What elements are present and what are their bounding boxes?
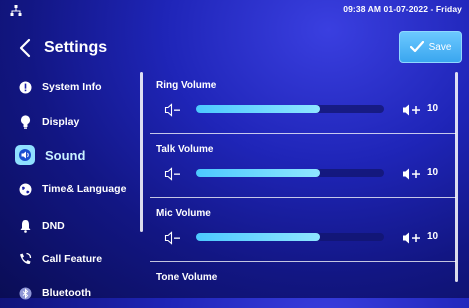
mic-volume-slider[interactable] (196, 233, 384, 241)
sidebar-item-time-language[interactable]: Time& Language (0, 174, 140, 204)
talk-volume-value: 10 (427, 167, 439, 178)
sound-settings-panel: Ring Volume 10 Talk Volume 10 Mic Volume… (150, 70, 456, 298)
volume-low-icon (164, 167, 180, 181)
sidebar-item-label: Sound (45, 147, 86, 163)
slider-fill (196, 233, 321, 241)
phone-icon (18, 252, 32, 266)
network-icon (10, 5, 22, 16)
volume-low-icon (164, 231, 180, 245)
status-bar: 09:38 AM 01-07-2022 - Friday (0, 0, 469, 28)
sidebar-scrollbar[interactable] (140, 72, 143, 232)
datetime-text: 09:38 AM 01-07-2022 - Friday (343, 4, 462, 14)
bulb-icon (18, 115, 32, 129)
tone-volume-label: Tone Volume (156, 272, 218, 283)
sidebar-item-label: DND (42, 220, 65, 232)
speaker-icon (15, 145, 35, 165)
sidebar-item-label: Time& Language (42, 183, 127, 195)
globe-icon (18, 182, 32, 196)
ring-volume-value: 10 (427, 103, 439, 114)
sidebar-item-dnd[interactable]: DND (0, 211, 140, 241)
content-scrollbar[interactable] (455, 72, 458, 282)
mic-volume-row: Mic Volume 10 (150, 198, 456, 262)
mic-volume-label: Mic Volume (156, 208, 211, 219)
sidebar-item-bluetooth[interactable]: Bluetooth (0, 278, 140, 308)
volume-high-icon (403, 104, 420, 116)
ring-volume-slider[interactable] (196, 105, 384, 113)
header-bar: Settings Save (0, 28, 469, 68)
settings-sidebar: System Info Display Sound Time& Language… (0, 70, 140, 299)
page-title: Settings (44, 39, 108, 56)
tone-volume-row: Tone Volume (150, 262, 456, 298)
sidebar-item-call-feature[interactable]: Call Feature (0, 244, 140, 274)
info-icon (18, 80, 32, 94)
sidebar-item-label: Bluetooth (42, 287, 91, 299)
ring-volume-row: Ring Volume 10 (150, 70, 456, 134)
sidebar-item-label: Display (42, 116, 80, 128)
slider-fill (196, 169, 321, 177)
volume-high-icon (403, 168, 420, 180)
sidebar-item-display[interactable]: Display (0, 107, 140, 137)
sidebar-item-system-info[interactable]: System Info (0, 72, 140, 102)
bell-icon (18, 219, 32, 233)
slider-fill (196, 105, 321, 113)
checkmark-icon (409, 41, 424, 53)
save-label: Save (428, 41, 452, 53)
talk-volume-slider[interactable] (196, 169, 384, 177)
mic-volume-value: 10 (427, 231, 439, 242)
talk-volume-row: Talk Volume 10 (150, 134, 456, 198)
volume-high-icon (403, 232, 420, 244)
volume-low-icon (164, 103, 180, 117)
sidebar-item-label: Call Feature (42, 253, 103, 265)
back-arrow-icon[interactable] (16, 37, 36, 59)
sidebar-item-sound[interactable]: Sound (0, 140, 140, 170)
talk-volume-label: Talk Volume (156, 144, 214, 155)
ring-volume-label: Ring Volume (156, 80, 217, 91)
save-button[interactable]: Save (399, 31, 462, 63)
sidebar-item-label: System Info (42, 81, 102, 93)
